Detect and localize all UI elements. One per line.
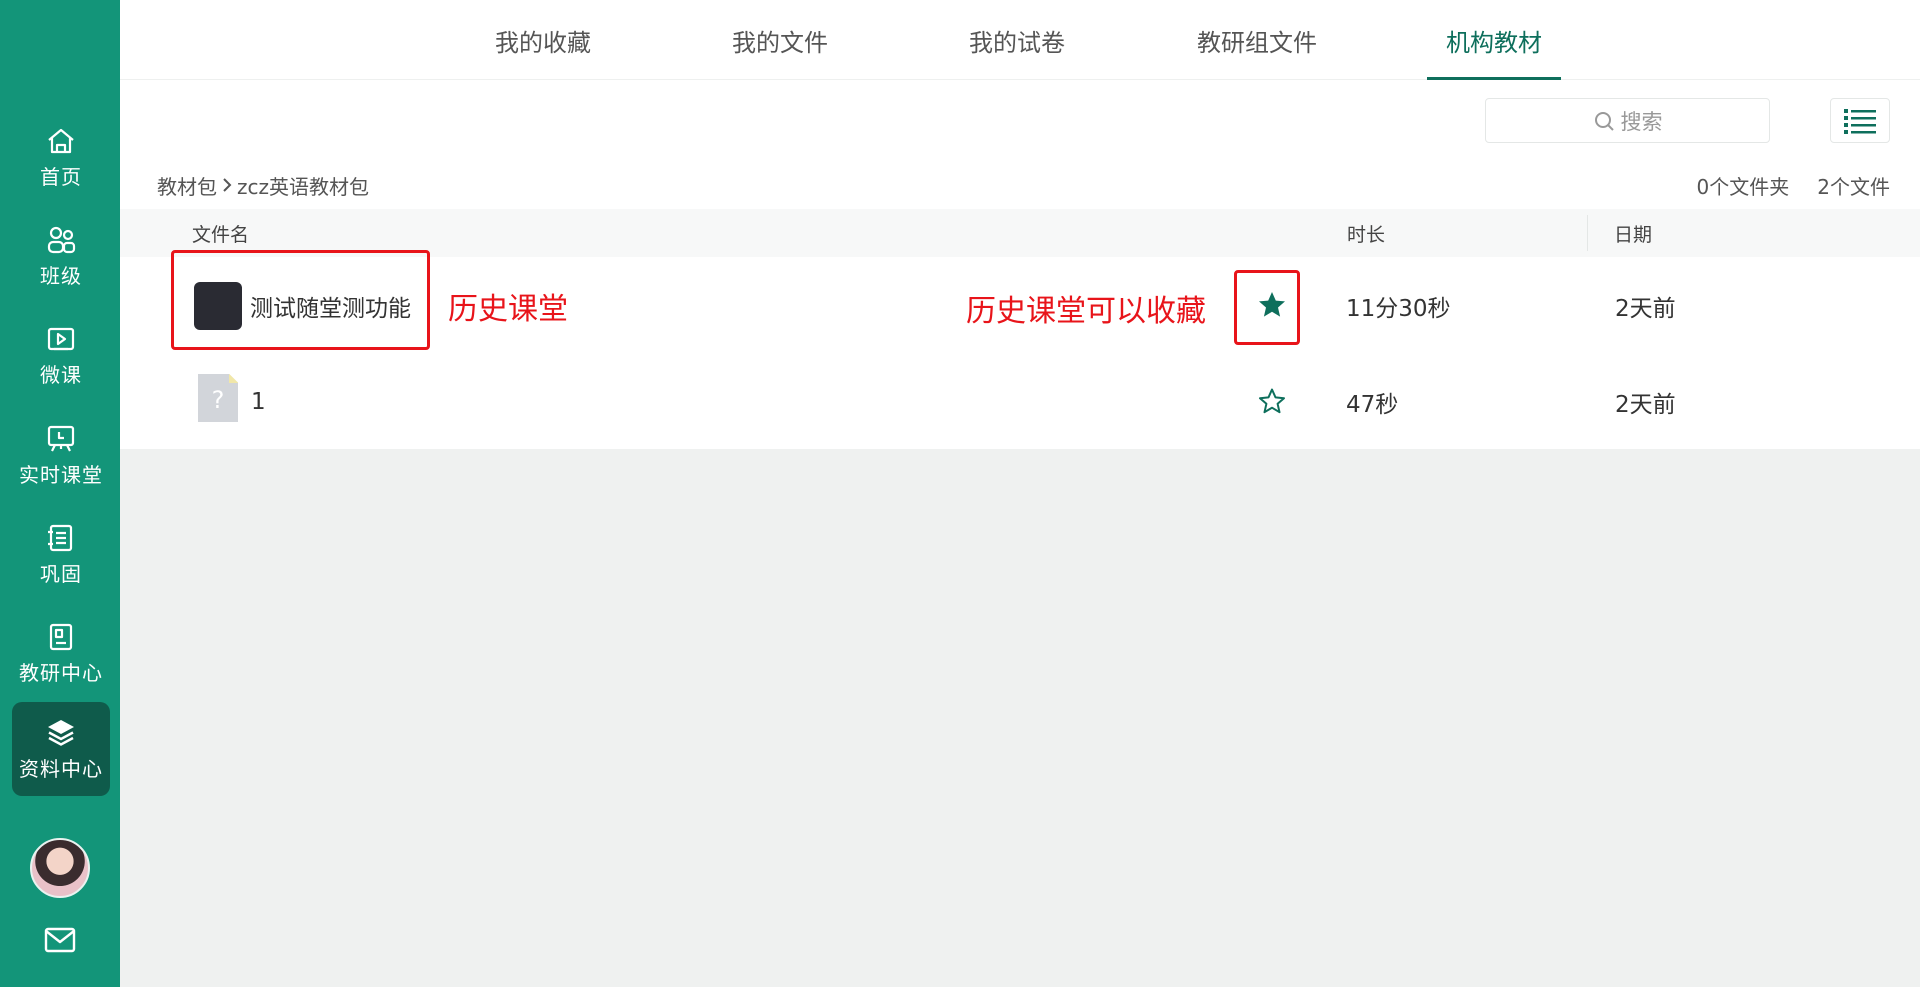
column-divider: [1587, 215, 1588, 251]
column-header-duration[interactable]: 时长: [1347, 209, 1385, 257]
notebook-icon: [48, 524, 73, 552]
annotation-history-class: 历史课堂: [448, 292, 568, 327]
folder-count: 0个文件夹: [1696, 174, 1790, 199]
breadcrumb-current: zcz英语教材包: [237, 174, 369, 199]
unknown-file-icon: ?: [198, 374, 238, 422]
list-icon: [1844, 108, 1876, 134]
file-duration: 11分30秒: [1346, 295, 1451, 322]
sidebar-item-home[interactable]: 首页: [12, 110, 110, 204]
star-outline-icon[interactable]: [1256, 385, 1288, 417]
tab-my-favorites[interactable]: 我的收藏: [484, 0, 602, 80]
sidebar-item-research-center[interactable]: 教研中心: [12, 606, 110, 700]
sidebar-item-resource-center[interactable]: 资料中心: [12, 702, 110, 796]
layers-icon: [48, 720, 74, 746]
tab-research-group-files[interactable]: 教研组文件: [1190, 0, 1324, 80]
breadcrumb-root[interactable]: 教材包: [157, 171, 217, 200]
sidebar-item-class[interactable]: 班级: [12, 209, 110, 303]
annotation-box-history-class: [171, 250, 430, 350]
unknown-file-glyph: ?: [211, 386, 225, 414]
list-view-toggle[interactable]: [1830, 98, 1890, 143]
sidebar-item-label: 实时课堂: [19, 463, 103, 487]
file-count: 2个文件: [1817, 174, 1890, 199]
sidebar-item-consolidate[interactable]: 巩固: [12, 507, 110, 601]
research-book-icon: [49, 623, 73, 651]
file-date: 2天前: [1615, 391, 1676, 418]
class-users-icon: [47, 226, 76, 254]
annotation-box-favorite-star: [1234, 270, 1300, 345]
live-class-board-icon: [47, 425, 75, 452]
file-date: 2天前: [1615, 295, 1676, 322]
sidebar-item-label: 资料中心: [19, 757, 103, 781]
table-row[interactable]: ? 1 47秒 2天前: [120, 354, 1920, 449]
sidebar-item-label: 首页: [40, 165, 82, 189]
sidebar-item-label: 巩固: [40, 562, 82, 586]
breadcrumb: 教材包 zcz英语教材包: [157, 170, 369, 200]
search-input[interactable]: 搜索: [1485, 98, 1770, 143]
tab-institution-materials[interactable]: 机构教材: [1427, 0, 1561, 80]
sidebar-item-label: 微课: [40, 363, 82, 387]
sidebar-item-live-class[interactable]: 实时课堂: [12, 408, 110, 502]
annotation-history-favorite: 历史课堂可以收藏: [966, 294, 1206, 329]
chevron-right-icon: [223, 178, 232, 192]
search-icon: [1594, 111, 1614, 131]
micro-lesson-play-icon: [47, 327, 75, 351]
main-panel: 我的收藏 我的文件 我的试卷 教研组文件 机构教材 搜索 教材包 zcz英语教材…: [120, 0, 1920, 449]
file-counts: 0个文件夹 2个文件: [1697, 170, 1890, 200]
tab-bar: 我的收藏 我的文件 我的试卷 教研组文件 机构教材: [120, 0, 1920, 80]
column-header-date[interactable]: 日期: [1614, 209, 1652, 257]
tab-my-files[interactable]: 我的文件: [721, 0, 839, 80]
file-name[interactable]: 1: [251, 354, 266, 449]
tab-my-papers[interactable]: 我的试卷: [958, 0, 1076, 80]
sidebar-item-micro-lesson[interactable]: 微课: [12, 308, 110, 402]
file-duration: 47秒: [1346, 391, 1399, 418]
sidebar-item-label: 教研中心: [19, 661, 103, 685]
mail-icon[interactable]: [43, 925, 77, 955]
sidebar: 首页 班级 微课 实时课堂 巩固 教研中心 资料中心: [0, 0, 120, 987]
sidebar-item-label: 班级: [40, 264, 82, 288]
search-placeholder: 搜索: [1620, 109, 1663, 134]
home-icon: [48, 128, 74, 154]
avatar[interactable]: [30, 838, 90, 898]
